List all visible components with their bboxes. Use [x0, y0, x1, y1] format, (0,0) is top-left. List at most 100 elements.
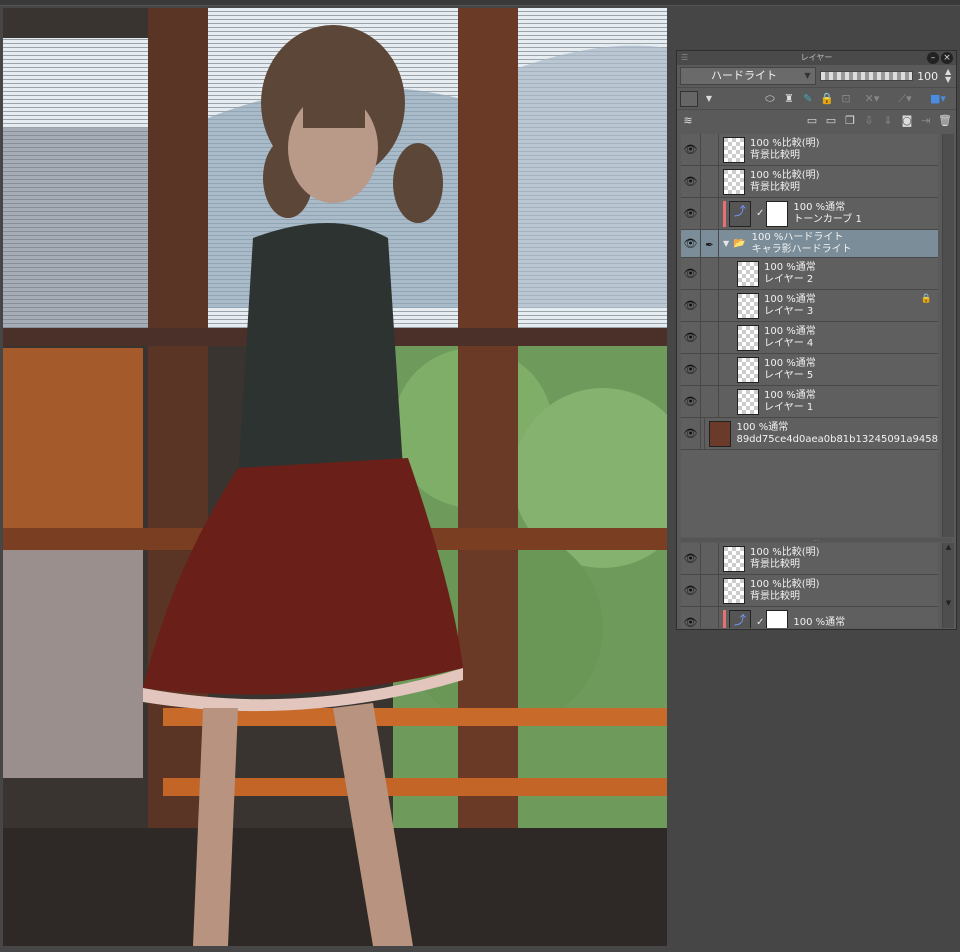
layer-panel-titlebar[interactable]: ☰ レイヤー – × [677, 51, 956, 65]
edit-target-cell[interactable] [701, 198, 719, 229]
layer-color-bar [723, 609, 726, 628]
panel-title: レイヤー [800, 53, 833, 62]
lock-icon[interactable]: 🔒 [819, 91, 835, 107]
visibility-toggle[interactable]: 👁 [681, 607, 701, 628]
layer-blend-opacity: 100 %通常 [764, 325, 816, 337]
visibility-toggle[interactable]: 👁 [681, 134, 701, 165]
layer-row[interactable]: 👁 100 %比較(明) 背景比較明 [681, 166, 938, 198]
lock-transparent-icon[interactable]: ⊡ [838, 91, 854, 107]
layer-name[interactable]: レイヤー 4 [764, 338, 816, 350]
layer-row[interactable]: 👁 ⤴ ✓ 100 %通常 トーンカーブ 1 [681, 198, 938, 230]
eye-icon: 👁 [683, 175, 698, 188]
panel-menu-icon[interactable]: ☰ [681, 51, 688, 65]
layer-name[interactable]: 背景比較明 [750, 182, 820, 194]
ruler-enable-icon[interactable]: ⟋▾ [890, 91, 920, 107]
splitter-handle[interactable]: ···· [681, 538, 952, 544]
opacity-spinner-icon[interactable]: ▲ ▼ [943, 68, 953, 84]
eye-icon: 👁 [683, 616, 698, 628]
chevron-down-icon[interactable]: ▼ [701, 91, 717, 107]
close-icon[interactable]: × [941, 52, 953, 64]
delete-layer-icon[interactable]: 🗑 [937, 113, 953, 129]
new-folder-icon[interactable]: ❐ [842, 113, 858, 129]
visibility-toggle[interactable]: 👁 [681, 418, 701, 449]
new-raster-layer-icon[interactable]: ▭ [804, 113, 820, 129]
transfer-down-icon[interactable]: ⇩ [861, 113, 877, 129]
scrollbar[interactable] [942, 134, 954, 537]
minimize-icon[interactable]: – [927, 52, 939, 64]
visibility-toggle[interactable]: 👁 [681, 198, 701, 229]
layer-list-lower[interactable]: 👁 100 %比較(明) 背景比較明 👁 100 %比較(明) 背景比較明 👁 ⤴ ✓ 10… [681, 543, 938, 628]
layer-row[interactable]: 👁 100 %通常 レイヤー 2 [681, 258, 938, 290]
layer-row[interactable]: 👁 100 %比較(明) 背景比較明 [681, 575, 938, 607]
visibility-toggle[interactable]: 👁 [681, 322, 701, 353]
opacity-value[interactable]: 100 [917, 70, 939, 83]
layer-list[interactable]: 👁 100 %比較(明) 背景比較明 👁 100 %比較(明) 背景比較明 👁 ⤴ ✓ 10… [681, 134, 938, 537]
draft-layer-icon[interactable]: ✎ [800, 91, 816, 107]
layer-blend-opacity: 100 %通常 [764, 293, 816, 305]
layer-row[interactable]: 👁 100 %通常 レイヤー 1 [681, 386, 938, 418]
layer-name[interactable]: トーンカーブ 1 [793, 214, 861, 226]
visibility-toggle[interactable]: 👁 [681, 543, 701, 574]
visibility-toggle[interactable]: 👁 [681, 258, 701, 289]
layer-name[interactable]: 89dd75ce4d0aea0b81b13245091a9458 [736, 434, 938, 446]
edit-target-cell[interactable]: ✒ [701, 230, 719, 257]
drawing-canvas[interactable] [3, 8, 667, 946]
merge-down-icon[interactable]: ⇓ [880, 113, 896, 129]
visibility-toggle[interactable]: 👁 [681, 290, 701, 321]
edit-target-cell[interactable] [701, 322, 719, 353]
edit-target-cell[interactable] [701, 166, 719, 197]
layer-name[interactable]: 背景比較明 [750, 591, 820, 603]
edit-target-cell[interactable] [701, 258, 719, 289]
layer-name[interactable]: レイヤー 5 [764, 370, 816, 382]
layer-row[interactable]: 👁 100 %通常 レイヤー 4 [681, 322, 938, 354]
layer-blend-opacity: 100 %比較(明) [750, 578, 820, 590]
layer-thumbnail [723, 577, 745, 604]
visibility-toggle[interactable]: 👁 [681, 230, 701, 257]
new-vector-layer-icon[interactable]: ▭ [823, 113, 839, 129]
reference-layer-icon[interactable]: ♜ [781, 91, 797, 107]
layer-row[interactable]: 👁 100 %比較(明) 背景比較明 [681, 543, 938, 575]
layer-row[interactable]: 👁 100 %通常 89dd75ce4d0aea0b81b13245091a945… [681, 418, 938, 450]
edit-target-cell[interactable] [701, 607, 719, 628]
tone-curve-icon: ⤴ [729, 200, 751, 227]
edit-target-cell[interactable] [701, 354, 719, 385]
visibility-toggle[interactable]: 👁 [681, 166, 701, 197]
color-swatch-icon[interactable] [680, 90, 698, 107]
layer-blend-opacity: 100 %比較(明) [750, 137, 820, 149]
mask-enable-icon[interactable]: ✕▾ [857, 91, 887, 107]
opacity-slider[interactable] [819, 71, 914, 81]
edit-target-cell[interactable] [701, 290, 719, 321]
layer-row[interactable]: 👁 ⤴ ✓ 100 %通常 [681, 607, 938, 628]
layer-folder-row[interactable]: 👁 ✒ ▼ 📂 100 %ハードライト キャラ影ハードライト [681, 230, 938, 258]
layer-name[interactable]: キャラ影ハードライト [752, 244, 852, 256]
eye-icon: 👁 [683, 427, 698, 440]
clipping-icon[interactable]: ⬭ [762, 91, 778, 107]
lock-icon: 🔒 [920, 294, 932, 304]
layer-thumbnail [723, 545, 745, 572]
visibility-toggle[interactable]: 👁 [681, 386, 701, 417]
layer-row[interactable]: 👁 100 %通常 レイヤー 5 [681, 354, 938, 386]
layer-thumbnail [737, 356, 759, 383]
apply-mask-icon[interactable]: ⇥ [918, 113, 934, 129]
layer-name[interactable]: 背景比較明 [750, 150, 820, 162]
layer-mask-icon[interactable]: ◙ [899, 113, 915, 129]
layer-name[interactable]: レイヤー 3 [764, 306, 816, 318]
layer-name[interactable]: 背景比較明 [750, 559, 820, 571]
edit-target-cell[interactable] [701, 575, 719, 606]
visibility-toggle[interactable]: 👁 [681, 575, 701, 606]
layer-name[interactable]: レイヤー 1 [764, 402, 816, 414]
edit-target-cell[interactable] [701, 543, 719, 574]
expand-arrow-icon[interactable]: ▼ [723, 239, 729, 248]
layer-stack-icon[interactable]: ≋ [680, 113, 696, 129]
visibility-toggle[interactable]: 👁 [681, 354, 701, 385]
layer-color-icon[interactable]: ■▾ [923, 91, 953, 107]
edit-target-cell[interactable] [701, 134, 719, 165]
eye-icon: 👁 [683, 299, 698, 312]
scrollbar-lower[interactable]: ▲ ▼ [942, 543, 954, 628]
layer-name[interactable]: レイヤー 2 [764, 274, 816, 286]
edit-target-cell[interactable] [701, 386, 719, 417]
pen-icon: ✒ [705, 240, 714, 251]
layer-row[interactable]: 👁 100 %比較(明) 背景比較明 [681, 134, 938, 166]
blend-mode-select[interactable]: ハードライト ▼ [680, 67, 816, 85]
layer-row[interactable]: 👁 100 %通常 レイヤー 3 🔒 [681, 290, 938, 322]
